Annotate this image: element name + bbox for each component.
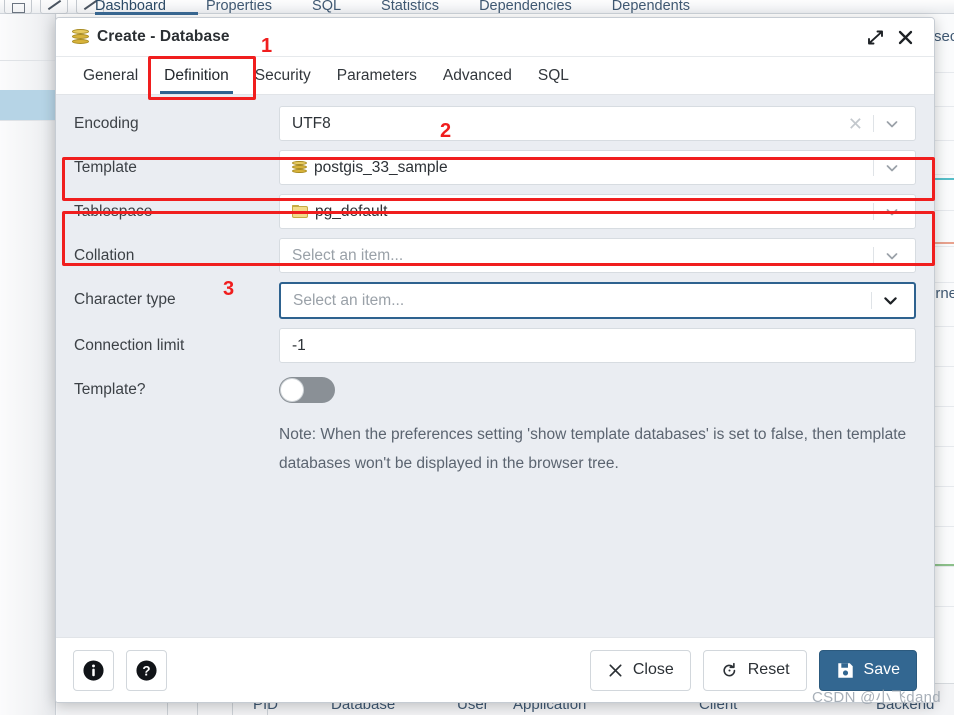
app-tab-active-indicator bbox=[95, 12, 198, 15]
close-button-label: Close bbox=[632, 661, 674, 678]
toggle-knob bbox=[280, 378, 304, 402]
annotation-number-2: 2 bbox=[440, 120, 452, 142]
field-row-template: Template postgis_33_sample bbox=[56, 150, 934, 185]
character-type-placeholder: Select an item... bbox=[293, 291, 405, 309]
dialog-footer: ? Close Reset Save bbox=[56, 637, 934, 702]
sidebar-selected-row[interactable] bbox=[0, 90, 56, 120]
label-collation: Collation bbox=[74, 247, 135, 264]
browser-sidebar[interactable] bbox=[0, 14, 56, 715]
field-row-connection-limit: Connection limit -1 bbox=[56, 328, 934, 363]
grid-icon[interactable] bbox=[4, 0, 32, 14]
label-is-template: Template? bbox=[74, 381, 146, 398]
dialog-body: Encoding UTF8 ✕ Template postgis_33_samp… bbox=[56, 95, 934, 637]
create-database-dialog: Create - Database General Definition Sec… bbox=[55, 17, 935, 703]
close-x-icon bbox=[609, 663, 622, 677]
tab-parameters[interactable]: Parameters bbox=[324, 57, 430, 94]
annotation-number-1: 1 bbox=[261, 35, 273, 57]
label-tablespace: Tablespace bbox=[74, 203, 153, 220]
tablespace-select[interactable]: pg_default bbox=[279, 194, 916, 229]
template-select[interactable]: postgis_33_sample bbox=[279, 150, 916, 185]
is-template-toggle[interactable] bbox=[279, 377, 335, 403]
database-icon bbox=[72, 29, 89, 45]
app-tab-dependents[interactable]: Dependents bbox=[612, 0, 690, 14]
reset-button-label: Reset bbox=[747, 661, 790, 678]
reset-button[interactable]: Reset bbox=[702, 649, 807, 691]
app-tab-dependencies[interactable]: Dependencies bbox=[479, 0, 572, 14]
maximize-icon[interactable] bbox=[860, 22, 890, 52]
tab-general[interactable]: General bbox=[70, 57, 151, 94]
app-tab-properties[interactable]: Properties bbox=[206, 0, 272, 14]
chevron-down-icon[interactable] bbox=[879, 116, 905, 132]
dialog-title: Create - Database bbox=[97, 28, 230, 45]
chevron-down-icon[interactable] bbox=[879, 160, 905, 176]
template-note: Note: When the preferences setting 'show… bbox=[279, 426, 907, 472]
template-value: postgis_33_sample bbox=[314, 158, 448, 176]
character-type-select[interactable]: Select an item... bbox=[279, 282, 916, 319]
app-tab-sql[interactable]: SQL bbox=[312, 0, 341, 14]
tab-security[interactable]: Security bbox=[242, 57, 324, 94]
chevron-down-icon[interactable] bbox=[879, 204, 905, 220]
chevron-down-icon[interactable] bbox=[879, 248, 905, 264]
save-button[interactable]: Save bbox=[818, 649, 917, 691]
folder-icon bbox=[292, 205, 308, 218]
tab-sql[interactable]: SQL bbox=[525, 57, 582, 94]
background-text-fragment-1: sec bbox=[934, 28, 954, 45]
encoding-value: UTF8 bbox=[292, 114, 331, 132]
connection-limit-input[interactable]: -1 bbox=[279, 328, 916, 363]
tablespace-value: pg_default bbox=[315, 202, 388, 220]
collation-placeholder: Select an item... bbox=[292, 246, 404, 264]
wrench-icon[interactable] bbox=[40, 0, 68, 14]
field-row-encoding: Encoding UTF8 ✕ bbox=[56, 106, 934, 141]
clear-icon[interactable]: ✕ bbox=[843, 115, 868, 133]
help-icon[interactable]: ? bbox=[126, 649, 167, 691]
label-encoding: Encoding bbox=[74, 115, 139, 132]
collation-select[interactable]: Select an item... bbox=[279, 238, 916, 273]
field-row-is-template: Template? bbox=[56, 372, 934, 403]
field-row-tablespace: Tablespace pg_default bbox=[56, 194, 934, 229]
label-connection-limit: Connection limit bbox=[74, 337, 185, 354]
tab-definition[interactable]: Definition bbox=[151, 57, 242, 94]
tab-advanced[interactable]: Advanced bbox=[430, 57, 525, 94]
svg-text:?: ? bbox=[142, 663, 150, 678]
chevron-down-icon[interactable] bbox=[877, 292, 904, 309]
reset-icon bbox=[723, 662, 735, 676]
save-button-label: Save bbox=[863, 661, 900, 678]
watermark: CSDN @小飞dand bbox=[812, 689, 941, 706]
close-button[interactable]: Close bbox=[589, 649, 691, 691]
database-icon bbox=[292, 160, 307, 175]
connection-limit-value: -1 bbox=[292, 336, 306, 354]
field-row-character-type: Character type Select an item... bbox=[56, 282, 934, 319]
label-template: Template bbox=[74, 159, 137, 176]
encoding-select[interactable]: UTF8 ✕ bbox=[279, 106, 916, 141]
app-tab-statistics[interactable]: Statistics bbox=[381, 0, 439, 14]
dialog-tab-bar[interactable]: General Definition Security Parameters A… bbox=[56, 57, 934, 95]
save-floppy-icon bbox=[837, 662, 853, 678]
close-icon[interactable] bbox=[890, 22, 920, 52]
field-row-collation: Collation Select an item... bbox=[56, 238, 934, 273]
annotation-number-3: 3 bbox=[223, 278, 235, 300]
info-icon[interactable] bbox=[73, 649, 114, 691]
dialog-header: Create - Database bbox=[56, 18, 934, 57]
label-character-type: Character type bbox=[74, 291, 176, 308]
